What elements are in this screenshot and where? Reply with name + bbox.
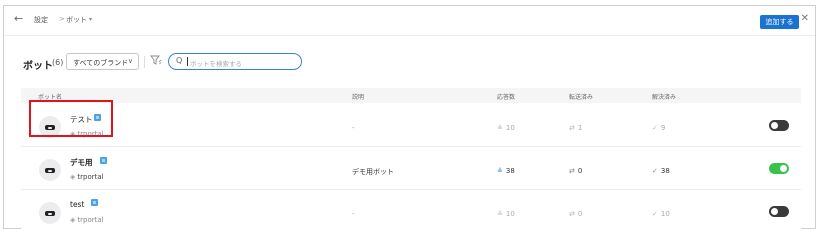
chevron-down-icon[interactable]: ▾ xyxy=(89,16,92,23)
column-header-responses: 応答数 xyxy=(497,94,516,101)
bot-settings-window: ← 設定 > ボット ▾ ✕ ボット (6) すべてのブランド ∨ Q ボットを… xyxy=(3,5,816,233)
enable-toggle[interactable] xyxy=(769,120,789,131)
check-icon: ✓ xyxy=(652,124,658,132)
bot-brand-label: trportal xyxy=(77,216,104,224)
top-bar: ← 設定 > ボット ▾ ✕ xyxy=(4,6,815,36)
bot-name[interactable]: test xyxy=(70,200,84,209)
transferred-value: 0 xyxy=(577,210,583,218)
responses-value: 10 xyxy=(505,124,515,132)
responses-value: 10 xyxy=(505,210,515,218)
bot-icon xyxy=(100,157,107,164)
check-icon: ✓ xyxy=(652,167,658,175)
transferred-stat: ⇄ 1 xyxy=(569,124,582,132)
transferred-value: 1 xyxy=(577,124,583,132)
transferred-stat: ⇄ 0 xyxy=(569,210,582,218)
transfer-icon: ⇄ xyxy=(569,167,575,175)
layers-icon: ◈ xyxy=(70,216,76,224)
responses-stat: ≗ 10 xyxy=(497,210,515,218)
search-placeholder: ボットを検索する xyxy=(190,60,242,68)
bot-description: - xyxy=(352,124,355,132)
bot-count: (6) xyxy=(52,58,64,67)
transfer-icon: ⇄ xyxy=(569,210,575,218)
bot-brand: ◈ trportal xyxy=(70,216,104,224)
table-header: ボット名 説明 応答数 転送済み 解決済み xyxy=(21,88,801,103)
bot-avatar xyxy=(39,116,61,138)
bot-brand-label: trportal xyxy=(77,173,104,181)
filter-icon[interactable] xyxy=(150,54,162,68)
breadcrumb-settings[interactable]: 設定 xyxy=(34,15,48,25)
responses-value: 38 xyxy=(505,167,515,175)
chevron-down-icon: ∨ xyxy=(127,57,133,65)
close-icon[interactable]: ✕ xyxy=(801,13,809,24)
column-header-bot-name: ボット名 xyxy=(38,94,63,101)
enable-toggle[interactable] xyxy=(769,163,789,174)
users-icon: ≗ xyxy=(497,167,503,175)
bot-description: デモ用ボット xyxy=(352,168,394,176)
search-icon: Q xyxy=(176,56,183,65)
toggle-knob xyxy=(771,122,778,129)
brand-select-value: すべてのブランド xyxy=(73,59,129,67)
bot-brand: ◈ trportal xyxy=(70,130,104,138)
bot-avatar xyxy=(39,202,61,224)
resolved-stat: ✓ 10 xyxy=(652,210,670,218)
column-header-resolved: 解決済み xyxy=(652,94,677,101)
list-header: ボット (6) すべてのブランド ∨ Q ボットを検索する xyxy=(4,51,815,75)
layers-icon: ◈ xyxy=(70,130,76,138)
bot-name[interactable]: デモ用 xyxy=(70,157,93,168)
bot-icon xyxy=(91,199,98,206)
responses-stat: ≗ 38 xyxy=(497,167,515,175)
resolved-value: 10 xyxy=(660,210,670,218)
bot-name[interactable]: テスト xyxy=(70,114,93,125)
table-row[interactable]: テスト ◈ trportal - ≗ 10 ⇄ 1 ✓ 9 xyxy=(21,104,801,147)
layers-icon: ◈ xyxy=(70,173,76,181)
transfer-icon: ⇄ xyxy=(569,124,575,132)
column-header-description: 説明 xyxy=(352,94,365,101)
transferred-value: 0 xyxy=(577,167,583,175)
toggle-knob xyxy=(780,165,787,172)
users-icon: ≗ xyxy=(497,124,503,132)
resolved-value: 9 xyxy=(660,124,666,132)
users-icon: ≗ xyxy=(497,210,503,218)
brand-select[interactable]: すべてのブランド ∨ xyxy=(66,53,139,70)
mask-icon xyxy=(45,125,55,130)
table-row[interactable]: デモ用 ◈ trportal デモ用ボット ≗ 38 ⇄ 0 ✓ 38 xyxy=(21,147,801,190)
resolved-value: 38 xyxy=(660,167,670,175)
bot-description: - xyxy=(352,210,355,218)
breadcrumb-bots[interactable]: ボット xyxy=(66,15,87,25)
mask-icon xyxy=(45,211,55,216)
bot-brand-label: trportal xyxy=(77,130,104,138)
table-row[interactable]: test ◈ trportal - ≗ 10 ⇄ 0 ✓ 10 xyxy=(21,190,801,233)
transferred-stat: ⇄ 0 xyxy=(569,167,582,175)
page-title: ボット xyxy=(23,61,53,72)
mask-icon xyxy=(45,168,55,173)
bot-brand: ◈ trportal xyxy=(70,173,104,181)
bot-avatar xyxy=(39,159,61,181)
search-input[interactable]: Q ボットを検索する xyxy=(168,53,302,70)
divider xyxy=(144,56,145,68)
enable-toggle[interactable] xyxy=(769,206,789,217)
back-arrow-icon[interactable]: ← xyxy=(14,12,23,25)
breadcrumb-separator: > xyxy=(59,15,65,23)
resolved-stat: ✓ 9 xyxy=(652,124,665,132)
resolved-stat: ✓ 38 xyxy=(652,167,670,175)
responses-stat: ≗ 10 xyxy=(497,124,515,132)
bot-icon xyxy=(94,114,101,121)
check-icon: ✓ xyxy=(652,210,658,218)
add-bot-button[interactable]: 追加する xyxy=(760,15,799,29)
column-header-transferred: 転送済み xyxy=(569,94,594,101)
text-cursor xyxy=(187,57,188,66)
toggle-knob xyxy=(771,208,778,215)
